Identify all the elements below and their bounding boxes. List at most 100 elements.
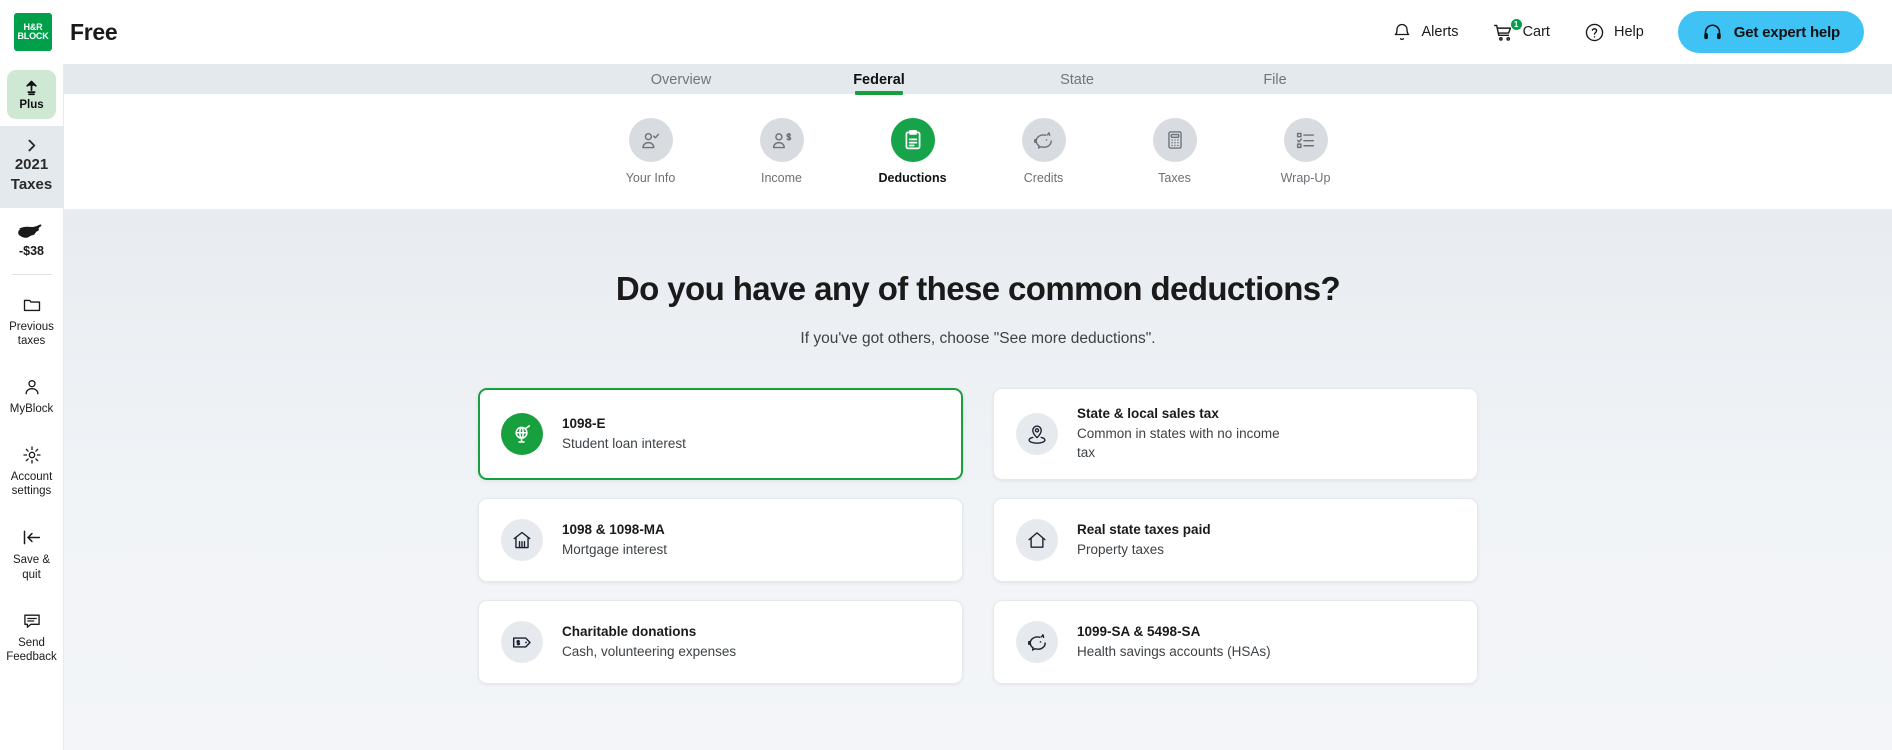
card-desc-state-local-sales-tax: Common in states with no income tax — [1077, 426, 1280, 461]
deduction-card-real-state-taxes[interactable]: Real state taxes paid Property taxes — [993, 498, 1478, 582]
deduction-card-1098-e[interactable]: 1098-E Student loan interest — [478, 388, 963, 480]
step-credits-circle — [1021, 118, 1066, 162]
headset-icon — [1702, 22, 1723, 43]
person-dollar-icon — [770, 129, 793, 152]
card-desc-real-state-taxes: Property taxes — [1077, 541, 1165, 557]
steps-list: Your Info Income Deductions Credits Taxe… — [585, 118, 1371, 185]
calculator-icon — [1164, 129, 1186, 151]
step-taxes-label: Taxes — [1158, 171, 1191, 185]
sidebar-divider — [11, 273, 52, 275]
help-button[interactable]: Help — [1584, 22, 1644, 43]
sidebar-item-send-feedback[interactable]: Send Feedback — [0, 597, 64, 679]
deduction-card-1098-mortgage[interactable]: 1098 & 1098-MA Mortgage interest — [478, 498, 963, 582]
card-title-1098-e: 1098-E — [562, 415, 606, 431]
step-your-info[interactable]: Your Info — [585, 118, 716, 185]
sidebar-item-previous-taxes[interactable]: Previous taxes — [0, 281, 64, 363]
step-credits[interactable]: Credits — [978, 118, 1109, 185]
sidebar-label-account-settings-1: Account — [10, 470, 53, 483]
step-deductions-label: Deductions — [878, 171, 947, 185]
step-income-label: Income — [761, 171, 802, 185]
card-desc-1098-mortgage: Mortgage interest — [562, 541, 668, 557]
page-title: Do you have any of these common deductio… — [615, 270, 1341, 307]
sidebar-plus-upgrade-button[interactable]: Plus — [7, 70, 56, 119]
sidebar-label-save-quit-2: quit — [22, 568, 41, 581]
cart-button[interactable]: 1 Cart — [1493, 17, 1550, 43]
page-subtitle: If you've got others, choose "See more d… — [800, 330, 1156, 347]
house-icon — [1026, 529, 1048, 551]
step-deductions[interactable]: Deductions — [847, 118, 978, 185]
piggy-bank-icon — [1026, 631, 1049, 654]
header-actions: Alerts 1 Cart Help Get expert help — [1392, 11, 1864, 53]
sidebar-plus-label: Plus — [19, 98, 44, 111]
card-icon-wrap-state-local-sales-tax — [1016, 413, 1058, 455]
primary-nav-tabs: Overview Federal State File — [582, 72, 1374, 94]
sidebar-year-line-2: Taxes — [10, 176, 53, 194]
sidebar: Plus 2021 Taxes -$38 Previous taxes MyBl… — [0, 64, 64, 750]
tab-federal[interactable]: Federal — [780, 72, 978, 94]
map-pin-icon — [1026, 423, 1048, 445]
card-title-charitable-donations: Charitable donations — [562, 623, 697, 639]
app-root: H&R BLOCK Free Alerts 1 Cart Help Get ex… — [0, 0, 1892, 750]
cart-label: Cart — [1522, 24, 1550, 40]
graduation-globe-icon — [511, 423, 534, 446]
card-text-1099-sa-hsa: 1099-SA & 5498-SA Health savings account… — [1077, 623, 1271, 662]
us-map-icon — [18, 224, 45, 241]
get-expert-help-label: Get expert help — [1733, 23, 1840, 41]
step-wrap-up[interactable]: Wrap-Up — [1240, 118, 1371, 185]
deduction-card-state-local-sales-tax[interactable]: State & local sales tax Common in states… — [993, 388, 1478, 480]
card-text-real-state-taxes: Real state taxes paid Property taxes — [1077, 521, 1211, 560]
tab-state[interactable]: State — [978, 72, 1176, 94]
card-text-1098-mortgage: 1098 & 1098-MA Mortgage interest — [562, 521, 667, 560]
card-icon-wrap-charitable-donations — [501, 621, 543, 663]
sidebar-label-account-settings-2: settings — [11, 485, 52, 498]
cart-badge: 1 — [1509, 17, 1523, 31]
card-icon-wrap-1098-mortgage — [501, 519, 543, 561]
product-name: Free — [70, 18, 118, 45]
sidebar-label-myblock: MyBlock — [9, 403, 54, 416]
card-title-state-local-sales-tax: State & local sales tax — [1077, 406, 1219, 422]
alerts-button[interactable]: Alerts — [1392, 22, 1459, 42]
gear-icon — [22, 445, 42, 465]
tab-overview[interactable]: Overview — [582, 72, 780, 94]
app-header: H&R BLOCK Free Alerts 1 Cart Help Get ex… — [0, 0, 1892, 64]
step-deductions-circle — [890, 118, 935, 162]
question-mark-icon — [1584, 22, 1605, 43]
step-wrap-up-circle — [1283, 118, 1328, 162]
person-check-icon — [639, 129, 662, 152]
step-taxes[interactable]: Taxes — [1109, 118, 1240, 185]
sidebar-refund-tracker[interactable]: -$38 — [0, 208, 64, 271]
card-text-1098-e: 1098-E Student loan interest — [562, 415, 686, 454]
card-desc-1099-sa-hsa: Health savings accounts (HSAs) — [1077, 643, 1271, 659]
deduction-card-1099-sa-hsa[interactable]: 1099-SA & 5498-SA Health savings account… — [993, 600, 1478, 684]
house-lines-icon — [511, 529, 533, 551]
get-expert-help-button[interactable]: Get expert help — [1677, 11, 1864, 53]
price-tag-dollar-icon — [511, 631, 534, 654]
tab-file[interactable]: File — [1176, 72, 1374, 94]
content-panel: Do you have any of these common deductio… — [64, 210, 1892, 750]
save-quit-icon — [21, 527, 42, 548]
clipboard-icon — [901, 128, 925, 152]
sidebar-item-save-and-quit[interactable]: Save & quit — [0, 513, 64, 596]
card-title-1098-mortgage: 1098 & 1098-MA — [562, 521, 665, 537]
deduction-card-charitable-donations[interactable]: Charitable donations Cash, volunteering … — [478, 600, 963, 684]
sidebar-item-myblock[interactable]: MyBlock — [0, 363, 64, 431]
brand-logo[interactable]: H&R BLOCK Free — [14, 13, 118, 51]
card-icon-wrap-real-state-taxes — [1016, 519, 1058, 561]
upgrade-arrow-icon — [22, 79, 41, 98]
step-credits-label: Credits — [1023, 171, 1064, 185]
chevron-right-icon — [23, 137, 40, 154]
alerts-label: Alerts — [1421, 24, 1459, 40]
card-text-charitable-donations: Charitable donations Cash, volunteering … — [562, 623, 736, 662]
card-text-state-local-sales-tax: State & local sales tax Common in states… — [1077, 405, 1295, 462]
step-income[interactable]: Income — [716, 118, 847, 185]
step-taxes-circle — [1152, 118, 1197, 162]
sidebar-item-account-settings[interactable]: Account settings — [0, 431, 64, 513]
content-inner: Do you have any of these common deductio… — [478, 270, 1478, 684]
sidebar-refund-amount: -$38 — [18, 243, 45, 258]
primary-nav-strip: Overview Federal State File — [64, 64, 1892, 94]
sidebar-year-selector[interactable]: 2021 Taxes — [0, 126, 64, 208]
step-wrap-up-label: Wrap-Up — [1280, 171, 1331, 185]
help-label: Help — [1613, 24, 1644, 40]
person-icon — [22, 377, 42, 397]
logo-line-2: BLOCK — [17, 31, 49, 41]
